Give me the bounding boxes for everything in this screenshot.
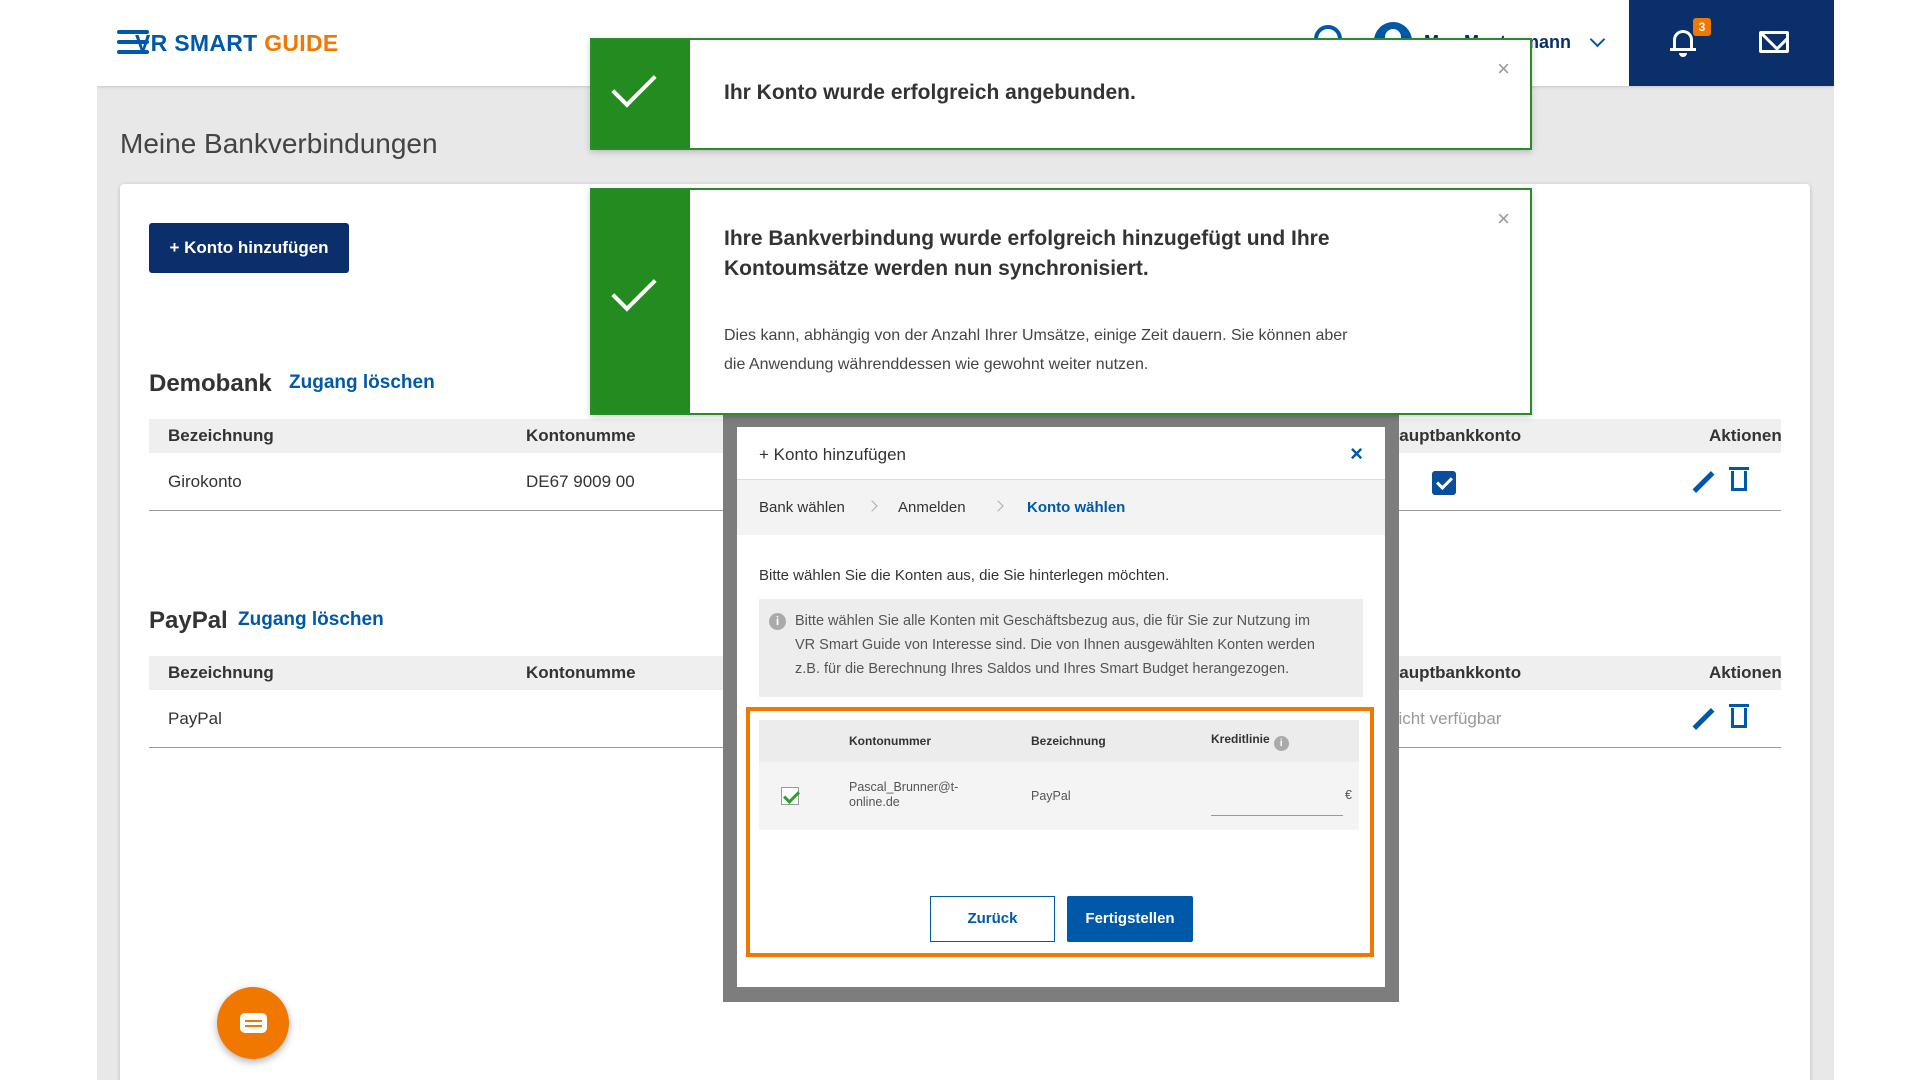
brand-text-1: VR SMART	[135, 30, 265, 56]
checkmark-icon	[611, 266, 657, 312]
col-aktionen: Aktionen	[1709, 426, 1782, 445]
col-aktionen: Aktionen	[1709, 663, 1782, 682]
info-icon: i	[769, 613, 786, 630]
info-icon[interactable]: i	[1273, 736, 1289, 751]
account-row: Pascal_Brunner@t- online.de PayPal €	[759, 762, 1359, 830]
notification-badge: 3	[1693, 18, 1711, 36]
chevron-right-icon	[992, 500, 1004, 512]
finish-button[interactable]: Fertigstellen	[1067, 896, 1193, 942]
chat-button[interactable]	[217, 987, 289, 1059]
stepper: Bank wählen Anmelden Konto wählen	[737, 479, 1385, 535]
col-kontonummer: Kontonumme	[526, 663, 636, 682]
info-box: i Bitte wählen Sie alle Konten mit Gesch…	[759, 599, 1363, 697]
close-icon[interactable]: ×	[1497, 56, 1510, 82]
toast-subtext-line: Dies kann, abhängig von der Anzahl Ihrer…	[724, 327, 1348, 344]
trash-icon[interactable]	[1729, 704, 1749, 728]
col-bezeichnung: Bezeichnung	[168, 663, 274, 682]
modal-title: + Konto hinzufügen	[759, 445, 906, 464]
currency-label: €	[1345, 788, 1352, 802]
close-icon[interactable]: ×	[1350, 441, 1363, 467]
step-konto-waehlen[interactable]: Konto wählen	[1027, 499, 1125, 516]
info-line: z.B. für die Berechnung Ihres Saldos und…	[795, 661, 1290, 677]
instruction-text: Bitte wählen Sie die Konten aus, die Sie…	[759, 567, 1170, 584]
cell-bezeichnung: Girokonto	[168, 472, 242, 491]
toast-success-2: × Ihre Bankverbindung wurde erfolgreich …	[590, 188, 1532, 415]
brand-logo[interactable]: VR SMART GUIDE	[135, 30, 339, 57]
back-button[interactable]: Zurück	[930, 896, 1055, 942]
col-kreditlinie-label: Kreditlinie	[1211, 732, 1270, 746]
toast-message: Ihr Konto wurde erfolgreich angebunden.	[724, 81, 1136, 104]
account-table-header: Kontonummer Bezeichnung Kreditlinie i	[759, 720, 1359, 762]
app-frame: VR SMART GUIDE Max Mustermann 3 Meine Ba…	[97, 0, 1834, 1080]
header-actions-panel	[1629, 0, 1834, 86]
col-kontonummer: Kontonumme	[526, 426, 636, 445]
cell-bezeichnung: PayPal	[1031, 789, 1071, 803]
edit-icon[interactable]	[1691, 470, 1715, 494]
main-account-checkbox[interactable]	[1432, 471, 1456, 495]
chevron-right-icon	[866, 500, 878, 512]
cell-hauptbankkonto: nicht verfügbar	[1389, 709, 1502, 728]
step-anmelden[interactable]: Anmelden	[898, 499, 966, 516]
kontonummer-line: online.de	[849, 795, 900, 809]
step-bank-waehlen[interactable]: Bank wählen	[759, 499, 845, 516]
mail-icon[interactable]	[1759, 31, 1789, 53]
cell-kontonummer: Pascal_Brunner@t- online.de	[849, 780, 958, 810]
col-kontonummer: Kontonummer	[849, 734, 931, 748]
col-kreditlinie: Kreditlinie i	[1211, 732, 1289, 751]
checkmark-icon	[611, 62, 657, 108]
toast-subtext-line: die Anwendung währenddessen wie gewohnt …	[724, 356, 1149, 373]
delete-access-link[interactable]: Zugang löschen	[238, 609, 384, 631]
cell-kontonummer: DE67 9009 00	[526, 472, 635, 491]
chat-icon	[240, 1013, 267, 1033]
col-bezeichnung: Bezeichnung	[168, 426, 274, 445]
close-icon[interactable]: ×	[1497, 206, 1510, 232]
add-account-button[interactable]: + Konto hinzufügen	[149, 223, 349, 273]
toast-success-1: × Ihr Konto wurde erfolgreich angebunden…	[590, 38, 1532, 150]
bank-name: PayPal	[149, 607, 228, 634]
kontonummer-line: Pascal_Brunner@t-	[849, 780, 959, 794]
col-bezeichnung: Bezeichnung	[1031, 734, 1106, 748]
toast-status-panel	[592, 190, 690, 413]
trash-icon[interactable]	[1729, 467, 1749, 491]
info-line: Bitte wählen Sie alle Konten mit Geschäf…	[795, 613, 1311, 629]
brand-text-2: GUIDE	[264, 30, 339, 56]
cell-bezeichnung: PayPal	[168, 709, 222, 728]
delete-access-link[interactable]: Zugang löschen	[289, 372, 435, 394]
account-checkbox[interactable]	[781, 787, 799, 805]
bank-name: Demobank	[149, 370, 272, 397]
edit-icon[interactable]	[1691, 707, 1715, 731]
chevron-down-icon[interactable]	[1589, 31, 1606, 48]
page-title: Meine Bankverbindungen	[120, 128, 438, 159]
info-line: VR Smart Guide von Interesse sind. Die v…	[795, 637, 1315, 653]
toast-status-panel	[592, 40, 690, 148]
kreditlinie-input[interactable]	[1211, 815, 1343, 816]
col-hauptbankkonto: Hauptbankkonto	[1387, 663, 1522, 682]
col-hauptbankkonto: Hauptbankkonto	[1387, 426, 1522, 445]
toast-message-line: Ihre Bankverbindung wurde erfolgreich hi…	[724, 227, 1330, 250]
toast-message-line: Kontoumsätze werden nun synchronisiert.	[724, 257, 1149, 280]
